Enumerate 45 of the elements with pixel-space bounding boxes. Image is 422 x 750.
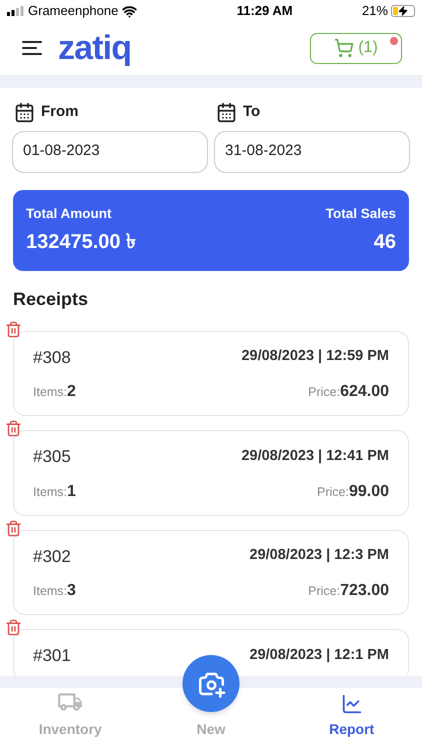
price-value: Price:99.00 xyxy=(317,482,389,502)
delete-icon[interactable] xyxy=(5,420,22,437)
receipt-card[interactable]: #308 29/08/2023 | 12:59 PM Items:2 Price:624.00 xyxy=(13,330,409,416)
calendar-icon xyxy=(14,102,35,123)
clock: 11:29 AM xyxy=(236,2,293,20)
total-amount: 132475.00 ৳ xyxy=(26,230,136,254)
cart-icon xyxy=(334,38,354,58)
chart-icon xyxy=(340,693,363,715)
carrier-name: Grameenphone xyxy=(28,2,118,20)
calendar-icon xyxy=(216,102,237,123)
delete-icon[interactable] xyxy=(5,320,22,338)
menu-icon[interactable] xyxy=(22,40,44,56)
section-title: Receipts xyxy=(12,288,90,311)
receipt-number: #301 xyxy=(33,645,71,667)
camera-button[interactable] xyxy=(182,655,240,712)
app-logo: zatiq xyxy=(58,31,132,65)
date-field[interactable]: 31-08-2023 xyxy=(214,130,410,172)
receipt-number: #308 xyxy=(33,346,71,368)
receipt-datetime: 29/08/2023 | 12:3 PM xyxy=(250,546,389,566)
signal-icon xyxy=(7,6,24,16)
receipt-card[interactable]: #301 29/08/2023 | 12:1 PM xyxy=(13,629,409,676)
items-count: Items:2 xyxy=(33,382,76,402)
receipt-card[interactable]: #302 29/08/2023 | 12:3 PM Items:3 Price:723.00 xyxy=(13,530,409,615)
date-label: To xyxy=(243,102,260,122)
total-amount-label: Total Amount xyxy=(26,204,112,222)
wifi-icon xyxy=(122,4,138,18)
date-label: From xyxy=(41,102,78,122)
receipt-datetime: 29/08/2023 | 12:41 PM xyxy=(241,446,389,466)
total-sales-label: Total Sales xyxy=(326,204,396,222)
items-count: Items:1 xyxy=(33,482,76,502)
total-sales: 46 xyxy=(374,230,396,254)
receipt-card[interactable]: #305 29/08/2023 | 12:41 PM Items:1 Price:99.00 xyxy=(13,430,409,516)
price-value: Price:723.00 xyxy=(308,581,389,601)
battery-icon xyxy=(390,5,415,17)
date-field[interactable]: 01-08-2023 xyxy=(12,130,208,172)
delete-icon[interactable] xyxy=(5,619,22,636)
receipt-number: #305 xyxy=(33,446,71,468)
delete-icon[interactable] xyxy=(5,520,22,536)
receipt-number: #302 xyxy=(33,546,71,568)
battery-percent: 21% xyxy=(362,2,388,20)
price-value: Price:624.00 xyxy=(308,382,389,402)
receipt-datetime: 29/08/2023 | 12:59 PM xyxy=(241,347,389,366)
items-count: Items:3 xyxy=(33,581,76,601)
receipt-datetime: 29/08/2023 | 12:1 PM xyxy=(250,646,389,665)
nav-tab[interactable]: Report xyxy=(281,688,422,750)
